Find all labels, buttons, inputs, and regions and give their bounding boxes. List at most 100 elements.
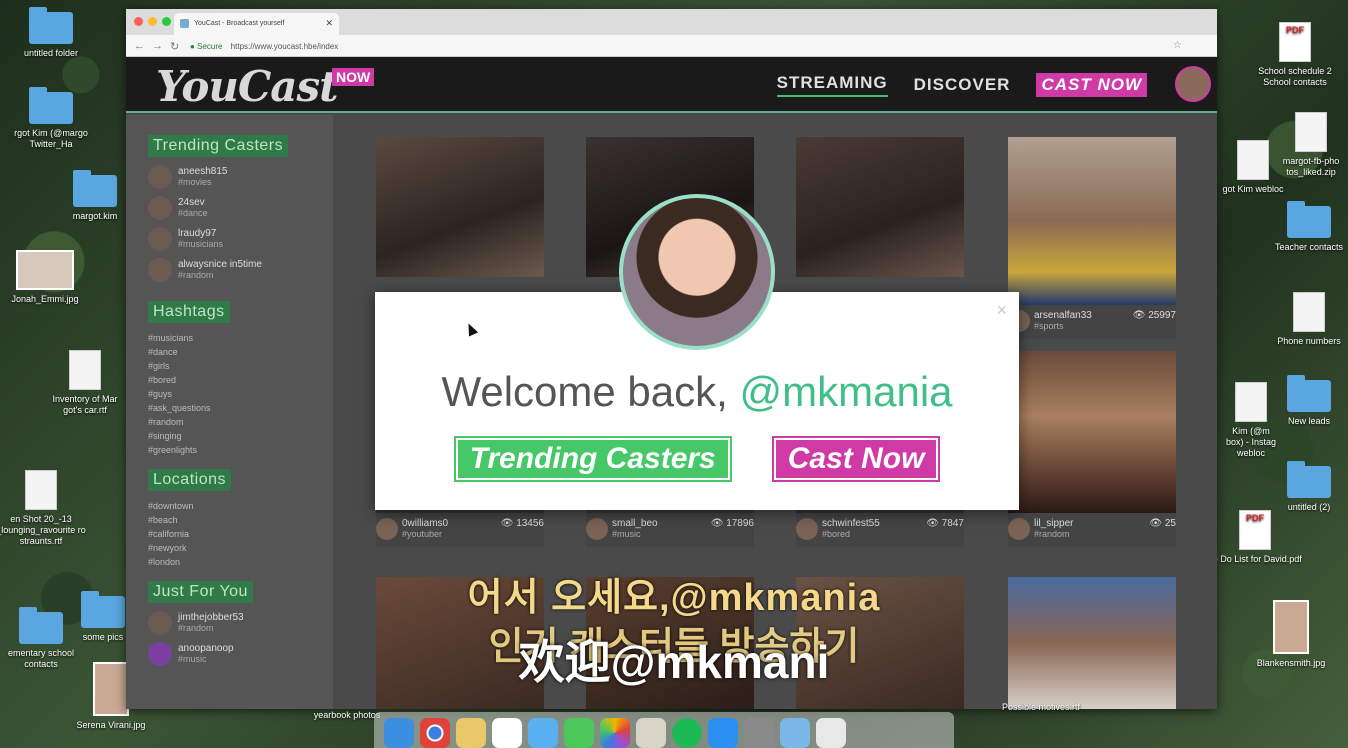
caster-name: 24sev — [178, 196, 205, 208]
hashtag-link[interactable]: #guys — [148, 387, 333, 401]
downloads-folder-icon[interactable] — [780, 718, 810, 748]
facetime-icon[interactable] — [564, 718, 594, 748]
desktop-icon[interactable]: Inventory of Mar got's car.rtf — [30, 350, 140, 416]
view-count-value: 25 — [1164, 518, 1176, 529]
finder-icon[interactable] — [384, 718, 414, 748]
desktop-icon[interactable]: Phone numbers — [1254, 292, 1348, 347]
hashtag-link[interactable]: #musicians — [148, 331, 333, 345]
location-link[interactable]: #california — [148, 527, 333, 541]
youcast-logo[interactable]: YouCast — [156, 62, 339, 111]
desktop-icon[interactable]: Jonah_Emmi.jpg — [0, 250, 100, 305]
tab-title: YouCast - Broadcast yourself — [194, 20, 285, 27]
desktop-icon-label[interactable]: Possible motives.rtf — [986, 702, 1096, 713]
forward-icon[interactable]: → — [152, 40, 163, 52]
caster-item[interactable]: lraudy97 #musicians — [148, 227, 333, 251]
stream-thumbnail — [376, 137, 544, 277]
nav-streaming[interactable]: STREAMING — [776, 73, 888, 97]
preview-icon[interactable] — [636, 718, 666, 748]
pdf-icon: PDF — [1279, 22, 1311, 62]
view-count-value: 13456 — [516, 518, 544, 529]
stream-tile[interactable] — [376, 137, 544, 277]
portrait-photo-icon — [1273, 600, 1309, 654]
desktop-icon[interactable]: rgot Kim (@margo Twitter_Ha — [0, 87, 106, 150]
desktop-icon[interactable]: Teacher contacts — [1254, 201, 1348, 253]
desktop-icon[interactable]: PDF School schedule 2 School contacts — [1240, 22, 1348, 88]
portrait-photo-icon — [93, 662, 129, 716]
view-count: 👁 7847 — [926, 518, 964, 530]
spotify-icon[interactable] — [672, 718, 702, 748]
caster-tag: #music — [178, 654, 207, 665]
browser-window: YouCast - Broadcast yourself ✕ ← → ↻ ● S… — [126, 9, 1217, 709]
view-count: 👁 13456 — [501, 518, 544, 530]
user-avatar[interactable] — [1175, 66, 1211, 102]
trending-casters-button[interactable]: Trending Casters — [453, 436, 732, 482]
close-tab-icon[interactable]: ✕ — [325, 18, 333, 29]
lock-icon: ● — [190, 42, 195, 51]
just-for-you-heading: Just For You — [148, 581, 253, 603]
desktop-icon[interactable]: Blankensmith.jpg — [1236, 600, 1346, 669]
stream-tag: #music — [612, 528, 641, 539]
messages-icon[interactable] — [528, 718, 558, 748]
stream-tile[interactable] — [376, 577, 544, 709]
desktop-icon-label: Jonah_Emmi.jpg — [11, 294, 79, 304]
system-preferences-icon[interactable] — [744, 718, 774, 748]
youcast-page: YouCast NOW STREAMING DISCOVER CAST NOW … — [126, 57, 1217, 709]
welcome-handle: @mkmania — [739, 368, 953, 415]
location-link[interactable]: #london — [148, 555, 333, 569]
maximize-window-button[interactable] — [162, 17, 171, 26]
close-window-button[interactable] — [134, 17, 143, 26]
nav-discover[interactable]: DISCOVER — [914, 75, 1011, 95]
stream-tile[interactable] — [586, 577, 754, 709]
hashtag-link[interactable]: #singing — [148, 429, 333, 443]
caster-item[interactable]: alwaysnice in5time #random — [148, 258, 333, 282]
hashtag-link[interactable]: #girls — [148, 359, 333, 373]
minimize-window-button[interactable] — [148, 17, 157, 26]
caster-item[interactable]: jimthejobber53 #random — [148, 611, 333, 635]
desktop-icon[interactable]: en Shot 20_-13 _lounging_ravourite ro st… — [0, 470, 96, 546]
notes-icon[interactable] — [456, 718, 486, 748]
document-icon — [69, 350, 101, 390]
welcome-text: Welcome back, — [441, 368, 728, 415]
nav-cast-now[interactable]: CAST NOW — [1036, 73, 1147, 97]
bookmark-star-icon[interactable]: ☆ — [1173, 40, 1182, 51]
hashtag-link[interactable]: #greenlights — [148, 443, 333, 457]
stream-tile[interactable]: arsenalfan33 #sports 👁 25997 — [1008, 137, 1176, 339]
stream-thumbnail — [796, 577, 964, 709]
cast-now-button[interactable]: Cast Now — [771, 436, 941, 482]
modal-actions: Trending Casters Cast Now — [375, 436, 1019, 482]
close-icon[interactable]: × — [996, 300, 1007, 321]
caster-tag: #musicians — [178, 239, 224, 250]
stream-tile[interactable] — [796, 137, 964, 277]
app-store-icon[interactable] — [708, 718, 738, 748]
locations-heading: Locations — [148, 469, 231, 491]
hashtag-link[interactable]: #bored — [148, 373, 333, 387]
back-icon[interactable]: ← — [134, 40, 145, 52]
stream-meta: 0williams0 #youtuber 👁 13456 — [376, 513, 544, 547]
location-link[interactable]: #downtown — [148, 499, 333, 513]
stream-tile[interactable] — [1008, 577, 1176, 709]
hashtag-link[interactable]: #random — [148, 415, 333, 429]
folder-icon — [1287, 201, 1331, 238]
hashtag-link[interactable]: #dance — [148, 345, 333, 359]
hashtag-link[interactable]: #ask_questions — [148, 401, 333, 415]
location-link[interactable]: #newyork — [148, 541, 333, 555]
caster-item[interactable]: aneesh815 #movies — [148, 165, 333, 189]
stream-tile[interactable] — [796, 577, 964, 709]
desktop-icon-label: Teacher contacts — [1274, 242, 1344, 252]
stream-thumbnail — [796, 137, 964, 277]
desktop-icon[interactable]: ementary school contacts — [0, 607, 96, 670]
stream-tile[interactable]: lil_sipper #random 👁 25 — [1008, 351, 1176, 547]
url-field[interactable]: ● Secure https://www.youcast.hbe/index ☆ — [190, 39, 1190, 54]
reload-icon[interactable]: ↻ — [170, 40, 179, 53]
desktop-icon[interactable]: untitled folder — [0, 7, 106, 59]
photos-icon[interactable] — [600, 718, 630, 748]
desktop-icon[interactable]: untitled (2) — [1254, 461, 1348, 513]
location-link[interactable]: #beach — [148, 513, 333, 527]
trash-icon[interactable] — [816, 718, 846, 748]
caster-item[interactable]: 24sev #dance — [148, 196, 333, 220]
calendar-icon[interactable] — [492, 718, 522, 748]
stream-tag: #random — [1034, 528, 1070, 539]
caster-item[interactable]: anoopanoop #music — [148, 642, 333, 666]
browser-tab[interactable]: YouCast - Broadcast yourself ✕ — [174, 13, 339, 35]
chrome-icon[interactable] — [420, 718, 450, 748]
